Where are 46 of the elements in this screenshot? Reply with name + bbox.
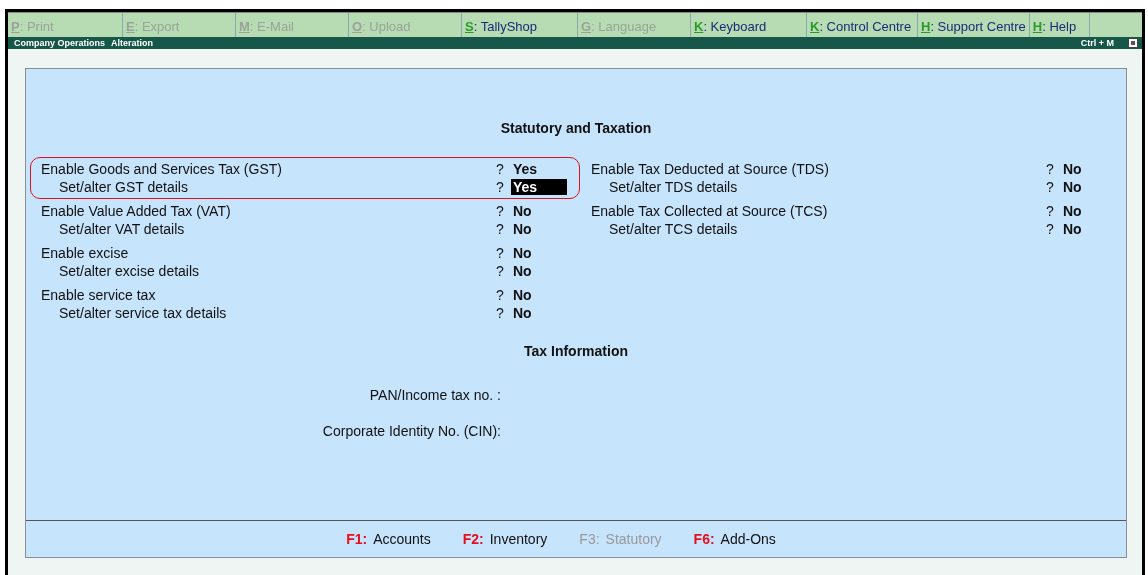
question-mark: ? bbox=[1046, 179, 1055, 195]
option-label: Enable Goods and Services Tax (GST) bbox=[41, 161, 283, 177]
option-label: Set/alter GST details bbox=[58, 179, 189, 195]
option-value[interactable]: No bbox=[511, 305, 534, 321]
question-mark: ? bbox=[1046, 203, 1055, 219]
field-label: Corporate Identity No. (CIN): bbox=[321, 423, 501, 441]
option-value[interactable]: No bbox=[1061, 179, 1084, 195]
option-value[interactable]: Yes bbox=[511, 161, 540, 177]
option-label: Enable excise bbox=[41, 245, 130, 261]
option-value[interactable]: Yes bbox=[511, 179, 567, 195]
option-value[interactable]: No bbox=[511, 287, 534, 303]
function-key-button[interactable]: F6: Add-Ons bbox=[693, 531, 776, 547]
option-value[interactable]: No bbox=[511, 221, 534, 237]
question-mark: ? bbox=[496, 161, 505, 177]
field-label: PAN/Income tax no. : bbox=[368, 387, 501, 405]
option-label: Enable Value Added Tax (VAT) bbox=[41, 203, 232, 219]
option-label: Enable Tax Collected at Source (TCS) bbox=[591, 203, 829, 219]
option-label: Set/alter service tax details bbox=[58, 305, 228, 321]
function-key-button[interactable]: F2: Inventory bbox=[462, 531, 548, 547]
question-mark: ? bbox=[496, 305, 505, 321]
section-heading: Statutory and Taxation bbox=[500, 120, 652, 136]
option-value[interactable]: No bbox=[1061, 161, 1084, 177]
option-value[interactable]: No bbox=[511, 263, 534, 279]
option-label: Set/alter TCS details bbox=[608, 221, 739, 237]
question-mark: ? bbox=[496, 263, 505, 279]
option-value[interactable]: No bbox=[511, 245, 534, 261]
option-label: Enable Tax Deducted at Source (TDS) bbox=[591, 161, 830, 177]
question-mark: ? bbox=[496, 245, 505, 261]
section-heading: Tax Information bbox=[524, 343, 628, 359]
screen-mode: Alteration bbox=[111, 38, 154, 48]
option-label: Set/alter TDS details bbox=[608, 179, 739, 195]
function-key-button[interactable]: F1: Accounts bbox=[346, 531, 431, 547]
question-mark: ? bbox=[1046, 221, 1055, 237]
question-mark: ? bbox=[496, 203, 505, 219]
question-mark: ? bbox=[496, 221, 505, 237]
screen-title: Company Operations bbox=[14, 38, 105, 48]
option-value[interactable]: No bbox=[511, 203, 534, 219]
question-mark: ? bbox=[496, 287, 505, 303]
option-value[interactable]: No bbox=[1061, 203, 1084, 219]
option-label: Set/alter VAT details bbox=[58, 221, 186, 237]
option-label: Enable service tax bbox=[41, 287, 157, 303]
option-label: Set/alter excise details bbox=[58, 263, 201, 279]
question-mark: ? bbox=[496, 179, 505, 195]
question-mark: ? bbox=[1046, 161, 1055, 177]
shortcut-label: Ctrl + M bbox=[1080, 38, 1114, 48]
option-value[interactable]: No bbox=[1061, 221, 1084, 237]
